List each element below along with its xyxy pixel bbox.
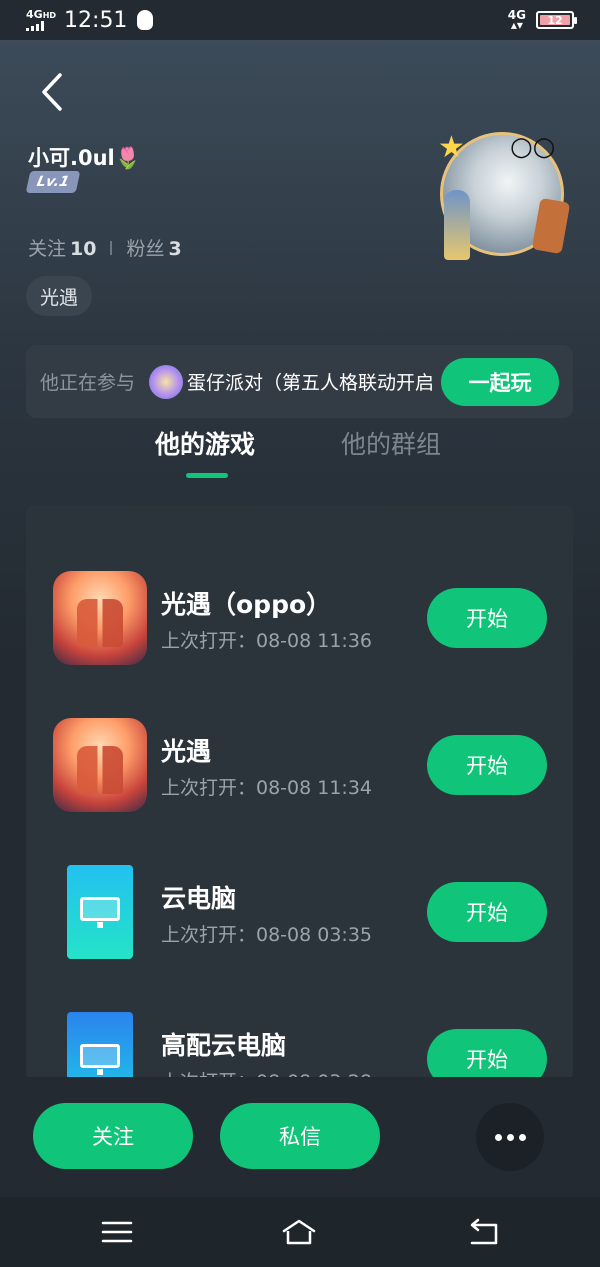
playing-now-label: 他正在参与 bbox=[40, 372, 136, 394]
list-item[interactable]: 光遇 上次打开：08-08 11:34 开始 bbox=[26, 718, 573, 818]
battery-icon: 12 bbox=[536, 11, 577, 29]
monitor-icon bbox=[80, 1044, 120, 1075]
stats-divider bbox=[110, 240, 113, 255]
following-label: 关注 bbox=[28, 238, 67, 260]
game-title: 光遇（oppo） bbox=[161, 590, 332, 619]
followers-label: 粉丝 bbox=[126, 238, 165, 260]
back-arrow-icon bbox=[42, 73, 62, 111]
sky-game-icon bbox=[53, 718, 147, 812]
profile-tabs: 他的游戏 他的群组 bbox=[0, 425, 600, 485]
message-button[interactable]: 私信 bbox=[220, 1103, 380, 1169]
playing-game-name: 蛋仔派对（第五人格联动开启 bbox=[187, 372, 435, 394]
tab-my-groups[interactable]: 他的群组 bbox=[341, 425, 441, 461]
avatar-figure-decoration bbox=[444, 190, 470, 260]
start-game-button[interactable]: 开始 bbox=[427, 588, 547, 648]
level-badge: Lv.1 bbox=[25, 171, 81, 193]
status-bar: 4GHD 12:51 4G ▴▾ 12 bbox=[0, 0, 600, 40]
game-last-opened: 上次打开：08-08 11:36 bbox=[161, 630, 373, 652]
battery-level: 12 bbox=[547, 13, 563, 27]
game-title: 光遇 bbox=[161, 737, 212, 766]
games-list: 光遇（oppo） 上次打开：08-08 11:36 开始 光遇 上次打开：08-… bbox=[26, 505, 573, 1080]
game-last-opened: 上次打开：08-08 11:34 bbox=[161, 777, 373, 799]
glasses-decoration-icon: ○○ bbox=[510, 132, 556, 162]
game-title: 云电脑 bbox=[161, 884, 237, 913]
back-button[interactable] bbox=[36, 70, 76, 114]
cloud-pc-icon bbox=[67, 1012, 133, 1080]
system-back-icon[interactable] bbox=[466, 1217, 500, 1247]
list-item[interactable]: 云电脑 上次打开：08-08 03:35 开始 bbox=[26, 865, 573, 965]
active-tab-indicator bbox=[186, 473, 228, 478]
list-item[interactable]: 光遇（oppo） 上次打开：08-08 11:36 开始 bbox=[26, 571, 573, 671]
status-time: 12:51 bbox=[64, 7, 128, 33]
bottom-action-bar: 关注 私信 bbox=[0, 1077, 600, 1197]
start-game-button[interactable]: 开始 bbox=[427, 882, 547, 942]
game-avatar-icon bbox=[149, 364, 184, 399]
signal-indicator: 4GHD bbox=[26, 7, 57, 31]
home-icon[interactable] bbox=[282, 1217, 316, 1247]
start-game-button[interactable]: 开始 bbox=[427, 1029, 547, 1080]
network-hd: HD bbox=[42, 10, 57, 20]
game-title: 高配云电脑 bbox=[161, 1031, 287, 1060]
more-dot-icon bbox=[506, 1133, 514, 1141]
following-count: 10 bbox=[70, 238, 97, 260]
sky-game-icon bbox=[53, 571, 147, 665]
start-game-button[interactable]: 开始 bbox=[427, 735, 547, 795]
followers-stat[interactable]: 粉丝 3 bbox=[126, 234, 181, 261]
signal-icon bbox=[26, 20, 56, 31]
tab-my-games[interactable]: 他的游戏 bbox=[155, 425, 255, 461]
playing-now-card[interactable]: 他正在参与 蛋仔派对（第五人格联动开启 一起玩 bbox=[26, 345, 573, 418]
system-nav-bar bbox=[0, 1197, 600, 1267]
star-decoration-icon: ★ bbox=[438, 130, 465, 165]
more-dot-icon bbox=[518, 1133, 526, 1141]
cloud-pc-icon bbox=[67, 865, 133, 959]
following-stat[interactable]: 关注 10 bbox=[28, 234, 96, 261]
more-dot-icon bbox=[494, 1133, 502, 1141]
network-type: 4G bbox=[26, 7, 43, 21]
user-name: 小可.0ul🌷 bbox=[28, 146, 141, 170]
qq-notification-icon bbox=[137, 10, 154, 30]
game-tag-chip[interactable]: 光遇 bbox=[26, 276, 93, 316]
monitor-icon bbox=[80, 897, 120, 928]
follow-stats: 关注 10 粉丝 3 bbox=[28, 234, 182, 261]
list-item[interactable]: 高配云电脑 上次打开：08-08 03:28 开始 bbox=[26, 1012, 573, 1080]
menu-icon[interactable] bbox=[100, 1217, 134, 1247]
game-last-opened: 上次打开：08-08 03:35 bbox=[161, 924, 373, 946]
followers-count: 3 bbox=[168, 238, 182, 260]
mobile-data-indicator: 4G ▴▾ bbox=[508, 9, 526, 31]
more-button[interactable] bbox=[476, 1103, 544, 1171]
follow-button[interactable]: 关注 bbox=[33, 1103, 193, 1169]
play-together-button[interactable]: 一起玩 bbox=[441, 358, 559, 406]
